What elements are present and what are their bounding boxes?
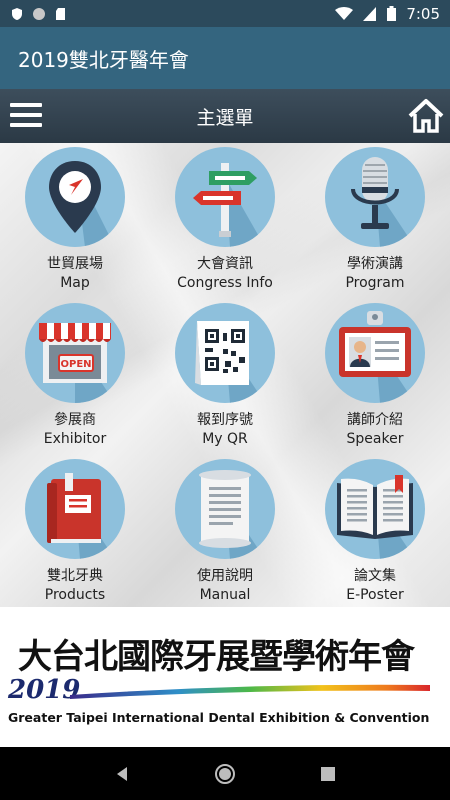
status-time: 7:05	[406, 4, 440, 23]
tile-label-en: Map	[60, 275, 90, 291]
tile-label-zh: 報到序號	[197, 412, 253, 428]
banner-title-en: Greater Taipei International Dental Exhi…	[8, 710, 430, 725]
system-nav-bar	[0, 747, 450, 800]
app-title: 2019雙北牙醫年會	[18, 47, 189, 72]
tile-label-zh: 大會資訊	[197, 256, 253, 272]
tile-label-en: Manual	[199, 587, 251, 603]
tile-products[interactable]: 雙北牙典 Products	[0, 455, 150, 607]
tile-exhibitor[interactable]: OPEN 參展商 Exhibitor	[0, 299, 150, 455]
open-shop-icon: OPEN	[25, 303, 125, 403]
tile-congress-info[interactable]: 大會資訊 Congress Info	[150, 143, 300, 299]
open-book-icon	[325, 459, 425, 559]
signpost-icon	[175, 147, 275, 247]
circle-icon	[33, 7, 45, 20]
tile-label-en: Program	[345, 275, 405, 291]
tile-label-zh: 學術演講	[347, 256, 403, 272]
svg-text:OPEN: OPEN	[60, 359, 91, 370]
tile-my-qr[interactable]: 報到序號 My QR	[150, 299, 300, 455]
tile-label-en: E-Poster	[346, 587, 404, 603]
tile-program[interactable]: 學術演講 Program	[300, 143, 450, 299]
main-menu-grid: 世貿展場 Map 大會資訊 Congress Info 學術演講 Program…	[0, 143, 450, 607]
tile-label-zh: 雙北牙典	[47, 568, 103, 584]
home-circle-icon[interactable]	[213, 762, 237, 786]
map-pin-icon	[25, 147, 125, 247]
tile-label-en: Exhibitor	[43, 431, 107, 447]
scroll-document-icon	[175, 459, 275, 559]
menu-bar: 主選單	[0, 89, 450, 143]
wifi-icon	[335, 6, 354, 20]
qr-code-icon	[175, 303, 275, 403]
tile-map[interactable]: 世貿展場 Map	[0, 143, 150, 299]
sd-card-icon	[56, 7, 65, 20]
banner-title-zh: 大台北國際牙展暨學術年會	[18, 637, 415, 677]
shield-icon	[12, 7, 22, 20]
tile-label-en: Speaker	[346, 431, 404, 447]
tile-label-zh: 參展商	[54, 412, 96, 428]
menu-title: 主選單	[196, 106, 254, 129]
tile-label-en: Congress Info	[177, 275, 273, 291]
tile-label-en: Products	[44, 587, 106, 603]
tile-label-en: My QR	[202, 431, 248, 447]
tile-label-zh: 世貿展場	[47, 256, 103, 272]
home-icon[interactable]	[408, 98, 444, 134]
microphone-icon	[325, 147, 425, 247]
tile-label-zh: 講師介紹	[347, 412, 403, 428]
rainbow-swoosh-icon	[70, 684, 430, 699]
status-bar: 7:05	[0, 0, 450, 27]
back-icon[interactable]	[110, 762, 134, 786]
tile-label-zh: 論文集	[354, 568, 396, 584]
hamburger-menu-icon[interactable]	[10, 103, 42, 129]
event-banner[interactable]: 大台北國際牙展暨學術年會 2019 Greater Taipei Interna…	[0, 607, 450, 747]
red-book-icon	[25, 459, 125, 559]
recents-icon[interactable]	[316, 762, 340, 786]
tile-label-zh: 使用說明	[197, 568, 253, 584]
tile-e-poster[interactable]: 論文集 E-Poster	[300, 455, 450, 607]
id-badge-icon	[325, 303, 425, 403]
tile-manual[interactable]: 使用說明 Manual	[150, 455, 300, 607]
tile-speaker[interactable]: 講師介紹 Speaker	[300, 299, 450, 455]
signal-icon	[363, 6, 377, 21]
battery-icon	[387, 6, 397, 21]
app-bar: 2019雙北牙醫年會	[0, 27, 450, 89]
